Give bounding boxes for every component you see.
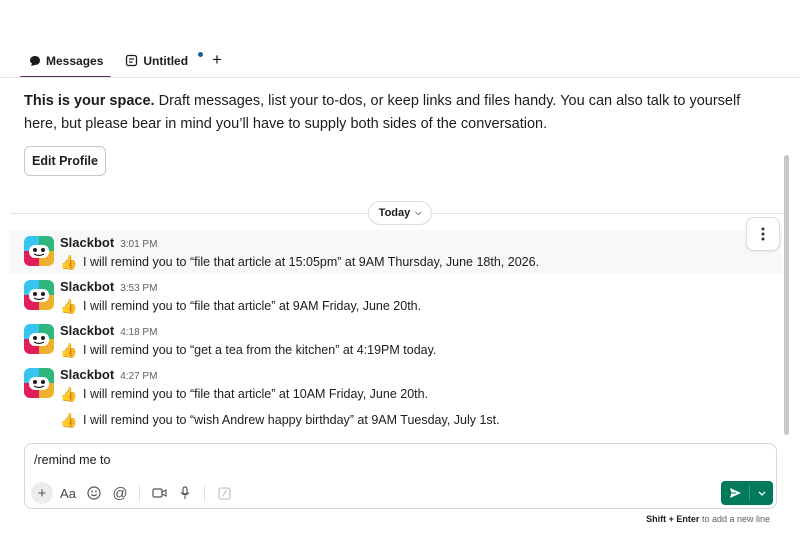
thumbs-up-icon: 👍 xyxy=(60,254,78,270)
mention-button[interactable]: @ xyxy=(109,482,131,504)
toolbar-separator xyxy=(204,485,205,501)
message-text: 👍 I will remind you to “get a tea from t… xyxy=(60,340,768,360)
hint-keys: Shift + Enter xyxy=(646,514,700,524)
sender-name[interactable]: Slackbot xyxy=(60,279,114,294)
message-text: 👍 I will remind you to “file that articl… xyxy=(60,252,768,272)
more-actions-button[interactable] xyxy=(746,217,780,251)
message-timestamp[interactable]: 4:27 PM xyxy=(120,371,157,382)
sender-name[interactable]: Slackbot xyxy=(60,367,114,382)
message-timestamp[interactable]: 3:01 PM xyxy=(120,239,157,250)
emoji-button[interactable] xyxy=(83,482,105,504)
formatting-button[interactable]: Aa xyxy=(57,482,79,504)
tab-bar: Messages Untitled + xyxy=(20,48,236,78)
message-item[interactable]: Slackbot 3:01 PM 👍 I will remind you to … xyxy=(10,230,782,274)
edit-profile-button[interactable]: Edit Profile xyxy=(24,146,106,176)
slackbot-avatar[interactable] xyxy=(24,368,54,398)
plus-icon: + xyxy=(212,49,222,69)
message-line: I will remind you to “file that article … xyxy=(83,255,540,269)
message-timestamp[interactable]: 3:53 PM xyxy=(120,283,157,294)
composer-hint: Shift + Enter to add a new line xyxy=(646,514,770,524)
shortcuts-button[interactable] xyxy=(213,482,235,504)
microphone-icon xyxy=(180,486,190,499)
message-text: 👍 I will remind you to “file that articl… xyxy=(60,384,768,404)
sender-name[interactable]: Slackbot xyxy=(60,323,114,338)
thumbs-up-icon: 👍 xyxy=(60,386,78,402)
tab-label: Untitled xyxy=(143,53,189,68)
message-text: 👍 I will remind you to “file that articl… xyxy=(60,296,768,316)
slackbot-avatar[interactable] xyxy=(24,324,54,354)
send-button-group xyxy=(721,481,773,505)
slackbot-avatar[interactable] xyxy=(24,280,54,310)
intro-bold: This is your space. xyxy=(24,93,155,109)
hint-text: to add a new line xyxy=(699,514,770,524)
slackbot-avatar[interactable] xyxy=(24,236,54,266)
schedule-send-button[interactable] xyxy=(750,481,773,505)
chevron-down-icon xyxy=(758,491,765,496)
paper-plane-icon xyxy=(729,488,741,498)
day-divider-button[interactable]: Today ⌵ xyxy=(368,201,432,225)
new-indicator-dot xyxy=(198,52,203,57)
message-line: I will remind you to “wish Andrew happy … xyxy=(83,413,500,427)
attach-plus-button[interactable]: + xyxy=(31,482,53,504)
message-timestamp[interactable]: 4:18 PM xyxy=(120,327,157,338)
audio-clip-button[interactable] xyxy=(174,482,196,504)
message-bubble-icon xyxy=(28,54,41,67)
message-line: I will remind you to “file that article”… xyxy=(83,387,429,401)
scrollbar-thumb[interactable] xyxy=(784,155,789,435)
message-text: 👍 I will remind you to “wish Andrew happ… xyxy=(60,410,768,430)
message-input[interactable]: /remind me to xyxy=(34,453,110,467)
tab-label: Messages xyxy=(46,53,104,68)
toolbar-separator xyxy=(139,485,140,501)
message-line: I will remind you to “file that article”… xyxy=(83,299,422,313)
add-tab-button[interactable]: + xyxy=(202,48,230,73)
smiley-icon xyxy=(87,486,101,500)
tab-divider xyxy=(0,77,800,78)
composer-toolbar: + Aa @ xyxy=(31,482,239,504)
sender-name[interactable]: Slackbot xyxy=(60,235,114,250)
send-button[interactable] xyxy=(721,481,749,505)
slash-command-icon xyxy=(217,486,231,500)
thumbs-up-icon: 👍 xyxy=(60,298,78,314)
day-divider-label: Today xyxy=(378,207,411,219)
video-camera-icon xyxy=(151,488,167,498)
at-sign-icon: @ xyxy=(112,484,128,502)
message-item[interactable]: Slackbot 4:27 PM 👍 I will remind you to … xyxy=(10,362,782,432)
formatting-label: Aa xyxy=(60,485,76,501)
message-line: I will remind you to “get a tea from the… xyxy=(83,343,437,357)
message-list: Slackbot 3:01 PM 👍 I will remind you to … xyxy=(10,230,782,432)
tab-untitled[interactable]: Untitled xyxy=(117,48,196,73)
message-composer[interactable]: /remind me to + Aa @ xyxy=(24,443,777,509)
tab-messages[interactable]: Messages xyxy=(20,48,112,78)
canvas-doc-icon xyxy=(125,54,138,67)
vertical-ellipsis-icon xyxy=(761,227,765,241)
chevron-down-icon: ⌵ xyxy=(415,208,422,217)
thumbs-up-icon: 👍 xyxy=(60,412,78,428)
video-clip-button[interactable] xyxy=(148,482,170,504)
message-item[interactable]: Slackbot 3:53 PM 👍 I will remind you to … xyxy=(10,274,782,318)
message-item[interactable]: Slackbot 4:18 PM 👍 I will remind you to … xyxy=(10,318,782,362)
thumbs-up-icon: 👍 xyxy=(60,342,78,358)
channel-intro: This is your space. Draft messages, list… xyxy=(24,90,774,136)
